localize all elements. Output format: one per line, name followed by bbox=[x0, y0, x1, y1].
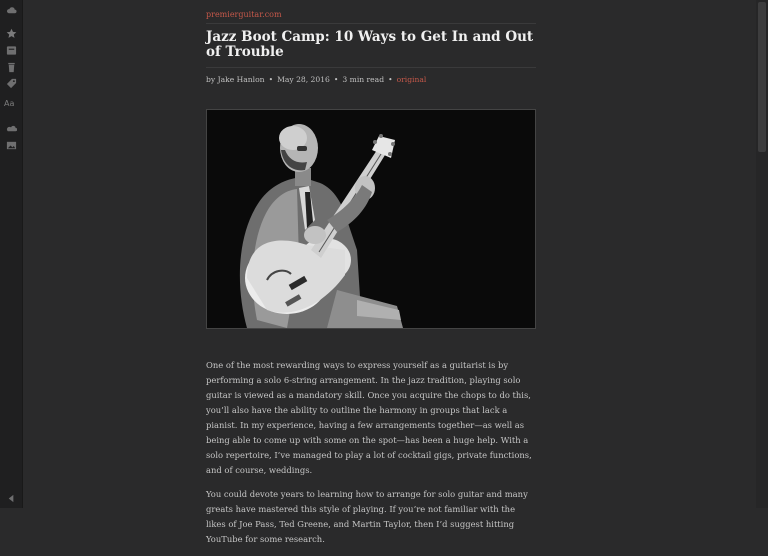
read-time: 3 min read bbox=[342, 75, 385, 84]
publish-date: May 28, 2016 bbox=[277, 75, 330, 84]
article-photo bbox=[206, 109, 536, 329]
share-icon[interactable] bbox=[5, 122, 17, 134]
byline: by Jake Hanlon bbox=[206, 75, 265, 84]
paragraph: One of the most rewarding ways to expres… bbox=[206, 360, 532, 475]
divider bbox=[206, 67, 536, 68]
divider bbox=[206, 23, 536, 24]
paragraph: You could devote years to learning how t… bbox=[206, 489, 528, 544]
separator-dot: • bbox=[268, 75, 274, 84]
star-icon[interactable] bbox=[5, 27, 17, 39]
article-body: One of the most rewarding ways to expres… bbox=[206, 358, 536, 556]
article-title: Jazz Boot Camp: 10 Ways to Get In and Ou… bbox=[206, 29, 534, 60]
guitarist-photo bbox=[207, 110, 535, 328]
cloud-icon[interactable] bbox=[5, 4, 17, 16]
archive-icon[interactable] bbox=[5, 44, 17, 56]
separator-dot: • bbox=[333, 75, 339, 84]
collapse-arrow-icon[interactable] bbox=[5, 492, 17, 504]
trash-icon[interactable] bbox=[5, 61, 17, 73]
source-link[interactable]: premierguitar.com bbox=[206, 10, 282, 19]
image-icon[interactable] bbox=[5, 139, 17, 151]
article-meta: by Jake Hanlon • May 28, 2016 • 3 min read • o… bbox=[206, 75, 426, 84]
scrollbar-thumb[interactable] bbox=[758, 2, 766, 152]
sidebar: Aa bbox=[0, 0, 23, 508]
separator-dot: • bbox=[388, 75, 393, 84]
text-size-icon[interactable]: Aa bbox=[4, 99, 14, 108]
tag-icon[interactable] bbox=[5, 77, 17, 89]
original-link[interactable]: original bbox=[397, 75, 427, 84]
scrollbar[interactable] bbox=[756, 0, 768, 508]
